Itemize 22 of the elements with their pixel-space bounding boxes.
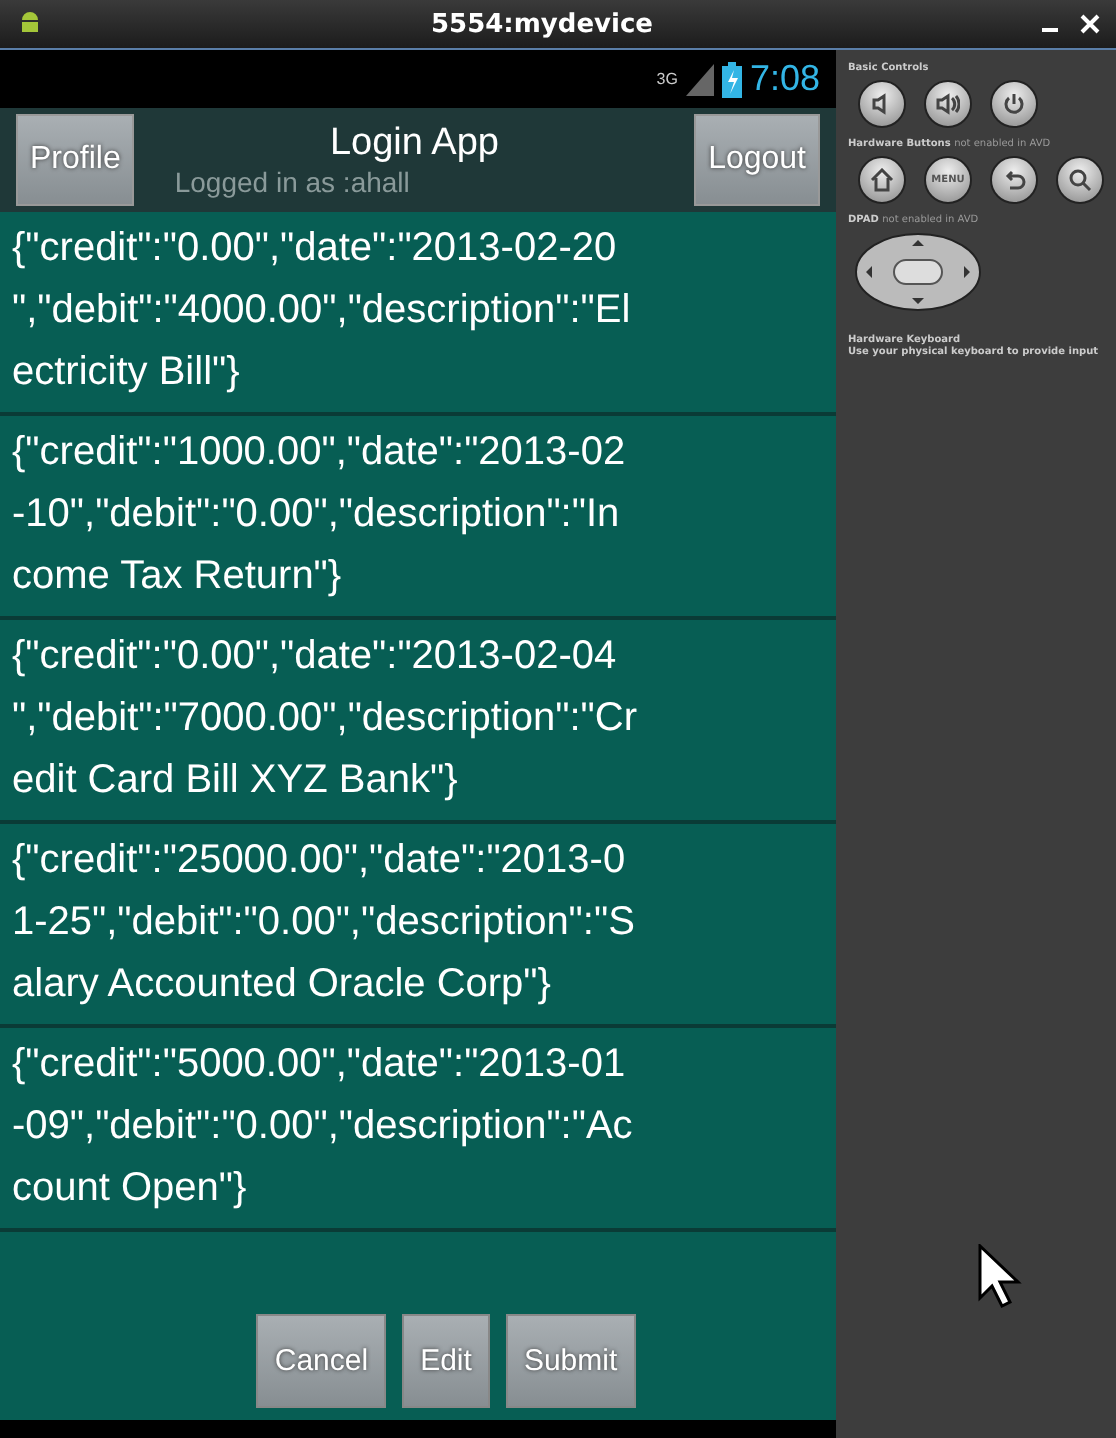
clock: 7:08 [749, 58, 820, 100]
mouse-pointer-icon [978, 1244, 1022, 1308]
profile-button[interactable]: Profile [16, 114, 135, 206]
network-type: 3G [656, 70, 678, 88]
android-icon [16, 10, 44, 38]
battery-icon [721, 61, 742, 97]
action-button[interactable]: Submit [505, 1314, 636, 1408]
volume-down-icon[interactable] [858, 80, 906, 128]
logged-in-user: Logged in as :ahall [172, 166, 412, 198]
signal-icon [685, 63, 714, 95]
volume-up-icon[interactable] [924, 80, 972, 128]
action-button[interactable]: Edit [402, 1314, 490, 1408]
logout-button[interactable]: Logout [694, 114, 820, 206]
search-icon[interactable] [1056, 156, 1104, 204]
close-icon[interactable] [1080, 14, 1100, 34]
home-icon[interactable] [858, 156, 906, 204]
app-title: Login App [327, 122, 501, 166]
power-icon[interactable] [990, 80, 1038, 128]
dpad-drawing [854, 232, 982, 312]
window-title: 5554:mydevice [429, 9, 655, 39]
action-button[interactable]: Cancel [256, 1314, 387, 1408]
back-icon[interactable] [990, 156, 1038, 204]
